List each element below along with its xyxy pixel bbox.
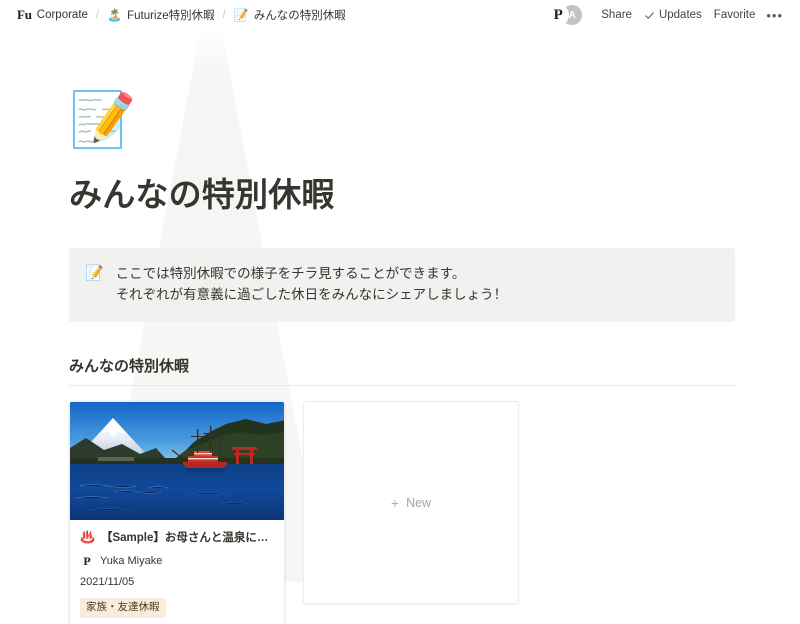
plus-icon: +: [390, 494, 400, 511]
favorite-button[interactable]: Favorite: [708, 6, 762, 24]
section-divider: [69, 385, 735, 387]
callout-text: ここでは特別休暇での様子をチラ見することができます。 それぞれが有意義に過ごした…: [116, 263, 508, 307]
breadcrumb-item-futurize[interactable]: 🏝️ Futurize特別休暇: [103, 5, 219, 25]
card-author-avatar: P: [80, 554, 94, 569]
new-card-label: New: [406, 495, 432, 510]
card-tag[interactable]: 家族・友達休暇: [80, 598, 166, 618]
callout-line-2: それぞれが有意義に過ごした休日をみんなにシェアしましょう！: [115, 287, 508, 303]
breadcrumb-item-current[interactable]: 📝 みんなの特別休暇: [230, 5, 350, 25]
gallery-card[interactable]: ♨️ 【Sample】お母さんと温泉に行って… P Yuka Miyake 20…: [69, 401, 285, 624]
card-tag-row: 家族・友達休暇: [80, 597, 274, 618]
breadcrumb-item-corporate[interactable]: Fu Corporate: [13, 5, 92, 25]
page-title[interactable]: みんなの特別休暇: [69, 175, 735, 215]
page-icon[interactable]: 📝: [69, 93, 735, 155]
favorite-label: Favorite: [713, 9, 756, 21]
card-author-name: Yuka Miyake: [100, 555, 163, 568]
avatar-group[interactable]: A P: [547, 4, 585, 26]
island-icon: 🏝️: [107, 8, 123, 22]
breadcrumb-label-futurize: Futurize特別休暇: [127, 10, 215, 22]
card-date: 2021/11/05: [80, 576, 135, 589]
page-root: Fu Corporate / 🏝️ Futurize特別休暇 / 📝 みんなの特…: [0, 0, 800, 624]
breadcrumb-label-current: みんなの特別休暇: [253, 10, 346, 22]
top-bar-actions: A P Share Updates Favorite •••: [547, 4, 788, 26]
callout-block[interactable]: 📝 ここでは特別休暇での様子をチラ見することができます。 それぞれが有意義に過ご…: [69, 247, 735, 323]
card-title-text: 【Sample】お母さんと温泉に行って…: [100, 531, 274, 544]
page-content: 📝 みんなの特別休暇 📝 ここでは特別休暇での様子をチラ見することができます。 …: [0, 30, 800, 624]
breadcrumb-separator-1: /: [95, 9, 100, 21]
updates-button[interactable]: Updates: [638, 6, 708, 24]
workspace-logo-icon: Fu: [17, 7, 32, 22]
breadcrumb: Fu Corporate / 🏝️ Futurize特別休暇 / 📝 みんなの特…: [13, 5, 547, 25]
card-author-row: P Yuka Miyake: [80, 554, 274, 569]
gallery-view: ♨️ 【Sample】お母さんと温泉に行って… P Yuka Miyake 20…: [69, 401, 735, 624]
card-body: ♨️ 【Sample】お母さんと温泉に行って… P Yuka Miyake 20…: [70, 520, 284, 624]
more-options-icon[interactable]: •••: [761, 6, 788, 25]
breadcrumb-separator-2: /: [222, 9, 226, 21]
hot-springs-icon: ♨️: [80, 530, 95, 545]
card-title: ♨️ 【Sample】お母さんと温泉に行って…: [80, 529, 274, 546]
share-label: Share: [601, 9, 632, 21]
card-thumbnail-image: [70, 402, 284, 521]
content-inner: 📝 みんなの特別休暇 📝 ここでは特別休暇での様子をチラ見することができます。 …: [69, 93, 735, 624]
callout-memo-icon: 📝: [85, 264, 104, 282]
memo-icon: 📝: [233, 8, 249, 22]
callout-line-1: ここでは特別休暇での様子をチラ見することができます。: [115, 265, 466, 281]
check-icon: [644, 10, 655, 21]
share-button[interactable]: Share: [595, 6, 638, 24]
lake-ashi-photo: [70, 402, 284, 521]
top-bar: Fu Corporate / 🏝️ Futurize特別休暇 / 📝 みんなの特…: [0, 0, 800, 30]
section-heading: みんなの特別休暇: [69, 358, 190, 376]
new-card-label-group: + New: [391, 496, 431, 510]
updates-label: Updates: [658, 9, 702, 21]
breadcrumb-label-corporate: Corporate: [36, 9, 88, 21]
new-card-button[interactable]: + New: [303, 401, 519, 605]
